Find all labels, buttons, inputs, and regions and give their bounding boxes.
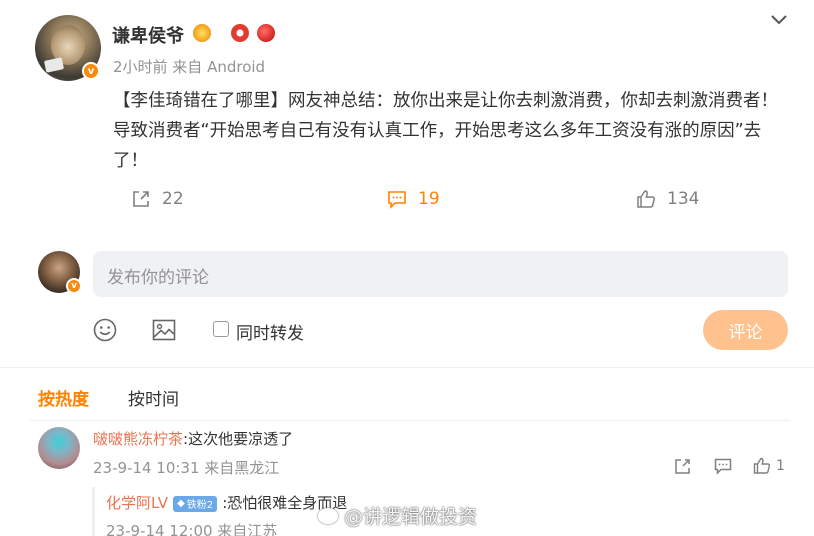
like-count: 134 (667, 189, 700, 209)
image-icon[interactable] (151, 317, 177, 343)
tab-sort-by-hot[interactable]: 按热度 (38, 385, 89, 410)
watermark: @讲逻辑做投资 (318, 502, 477, 529)
chevron-down-icon[interactable] (769, 10, 789, 30)
emoji-icon[interactable] (92, 317, 118, 343)
post-meta: 2小时前 来自 Android (113, 58, 266, 76)
comment-count: 19 (418, 189, 440, 209)
repost-count: 22 (162, 189, 184, 209)
submit-comment-button[interactable]: 评论 (703, 310, 788, 350)
commenter-avatar[interactable] (38, 427, 80, 469)
divider (30, 420, 790, 421)
thumbs-up-icon (753, 457, 771, 474)
verified-badge-icon: v (82, 62, 100, 80)
repost-checkbox-label[interactable]: 同时转发 (236, 319, 304, 344)
commenter-name[interactable]: 啵啵熊冻柠茶 (93, 430, 183, 448)
comment-reply-button[interactable] (713, 456, 733, 476)
divider (0, 367, 814, 368)
comment-meta: 23-9-14 10:31 来自黑龙江 (93, 459, 280, 477)
comment-icon (388, 191, 406, 209)
rocket-medal-icon (257, 24, 275, 42)
author-name[interactable]: 谦卑侯爷 (112, 22, 184, 48)
comment-content: 啵啵熊冻柠茶:这次他要凉透了 (93, 428, 293, 449)
share-icon (675, 459, 690, 474)
post-body: 【李佳琦错在了哪里】网友神总结：放你出来是让你去刺激消费，你却去刺激消费者！导致… (113, 86, 793, 176)
comment-input[interactable]: 发布你的评论 (93, 251, 788, 297)
reply-indent-bar (92, 487, 95, 536)
weibo-logo-icon (318, 507, 338, 524)
reply-meta: 23-9-14 12:00 来自江苏 (106, 522, 278, 536)
comment-icon (714, 458, 732, 475)
repost-button[interactable]: 22 (130, 188, 184, 210)
tab-sort-by-time[interactable]: 按时间 (128, 385, 179, 410)
comment-like-count: 1 (776, 458, 785, 474)
comment-button[interactable]: 19 (386, 188, 440, 210)
replier-name[interactable]: 化学阿LV (106, 494, 168, 512)
comment-text: :这次他要凉透了 (183, 430, 294, 448)
verified-badge-icon: v (66, 278, 82, 294)
comment-like-button[interactable]: 1 (752, 456, 785, 476)
eye-medal-icon (231, 24, 249, 42)
post-topic-tag[interactable]: 【李佳琦错在了哪里】 (113, 91, 288, 111)
share-icon (133, 191, 149, 207)
crown-medal-icon (193, 24, 211, 42)
comment-share-button[interactable] (673, 456, 693, 476)
author-medals (193, 24, 275, 42)
reply-content: 化学阿LV ◆ 铁粉2 :恐怕很难全身而退 (106, 492, 347, 513)
repost-checkbox[interactable] (213, 321, 229, 337)
thumbs-up-icon (637, 190, 656, 208)
like-button[interactable]: 134 (635, 188, 699, 210)
fan-level-badge: ◆ 铁粉2 (173, 495, 218, 512)
diamond-icon: ◆ (177, 498, 185, 509)
